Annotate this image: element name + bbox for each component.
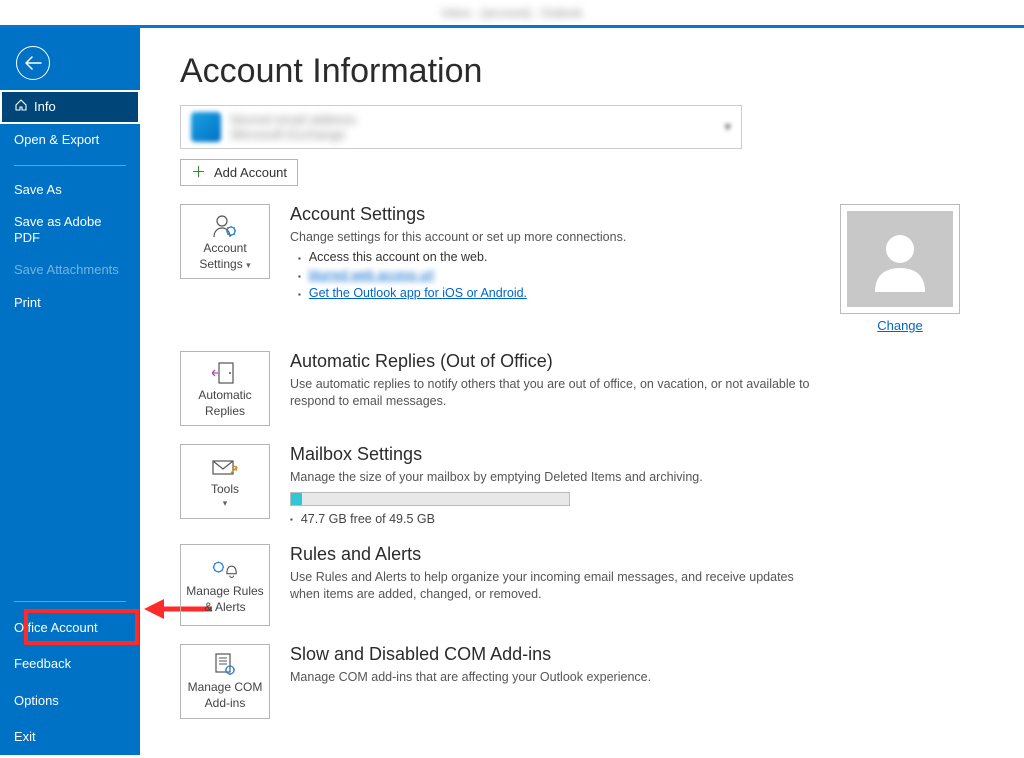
sidebar-item-label: Feedback (14, 656, 71, 672)
mailbox-tools-icon (210, 454, 240, 480)
sidebar-item-options[interactable]: Options (0, 683, 140, 719)
sidebar-item-open-export[interactable]: Open & Export (0, 124, 140, 156)
chevron-down-icon: ▾ (724, 119, 731, 135)
account-settings-button[interactable]: Account Settings ▾ (180, 204, 270, 279)
section-desc: Use Rules and Alerts to help organize yo… (290, 569, 810, 603)
section-heading-rules-alerts: Rules and Alerts (290, 544, 810, 565)
backstage-sidebar: Info Open & Export Save As Save as Adobe… (0, 28, 140, 755)
sidebar-item-save-adobe-pdf[interactable]: Save as Adobe PDF (0, 206, 140, 255)
account-type-icon (191, 112, 221, 142)
person-gear-icon (210, 213, 240, 239)
rules-alerts-icon (210, 556, 240, 582)
section-desc: Manage the size of your mailbox by empty… (290, 469, 810, 486)
back-arrow-icon (24, 56, 42, 70)
automatic-replies-button[interactable]: Automatic Replies (180, 351, 270, 426)
account-photo-frame (840, 204, 960, 314)
manage-rules-button[interactable]: Manage Rules & Alerts (180, 544, 270, 626)
section-desc: Change settings for this account or set … (290, 229, 810, 246)
owa-link[interactable]: blurred web access url (309, 268, 434, 282)
sidebar-item-label: Save as Adobe PDF (14, 214, 126, 247)
sidebar-item-save-as[interactable]: Save As (0, 174, 140, 206)
mailbox-usage-bar (290, 492, 570, 506)
change-photo-link[interactable]: Change (877, 318, 923, 333)
sidebar-item-exit[interactable]: Exit (0, 719, 140, 755)
get-outlook-app-link[interactable]: Get the Outlook app for iOS or Android. (309, 286, 527, 300)
window-title-text: Inbox - [account] - Outlook (442, 6, 583, 20)
back-button[interactable] (16, 46, 50, 80)
section-heading-automatic-replies: Automatic Replies (Out of Office) (290, 351, 810, 372)
window-titlebar: Inbox - [account] - Outlook (0, 0, 1024, 28)
addins-icon (210, 652, 240, 678)
home-icon (14, 98, 28, 116)
sidebar-item-label: Save As (14, 182, 62, 198)
avatar-placeholder-icon (847, 211, 953, 307)
section-heading-account-settings: Account Settings (290, 204, 810, 225)
sidebar-item-label: Print (14, 295, 41, 311)
account-dropdown[interactable]: blurred email address Microsoft Exchange… (180, 105, 742, 149)
chevron-down-icon: ▾ (223, 498, 228, 509)
sidebar-item-save-attachments: Save Attachments (0, 254, 140, 286)
sidebar-item-office-account[interactable]: Office Account (0, 610, 140, 646)
manage-com-addins-button[interactable]: Manage COM Add-ins (180, 644, 270, 719)
tools-button[interactable]: Tools ▾ (180, 444, 270, 519)
section-heading-com-addins: Slow and Disabled COM Add-ins (290, 644, 810, 665)
bullet-text: Access this account on the web. (309, 250, 488, 264)
mailbox-free-text: 47.7 GB free of 49.5 GB (290, 512, 810, 526)
section-heading-mailbox-settings: Mailbox Settings (290, 444, 810, 465)
add-account-button[interactable]: ＋ Add Account (180, 159, 298, 186)
section-desc: Use automatic replies to notify others t… (290, 376, 810, 410)
section-desc: Manage COM add-ins that are affecting yo… (290, 669, 810, 686)
sidebar-divider (14, 601, 126, 602)
sidebar-item-label: Exit (14, 729, 36, 745)
sidebar-item-label: Save Attachments (14, 262, 119, 278)
chevron-down-icon: ▾ (246, 260, 251, 270)
out-of-office-icon (210, 360, 240, 386)
sidebar-item-print[interactable]: Print (0, 287, 140, 319)
sidebar-item-feedback[interactable]: Feedback (0, 646, 140, 682)
sidebar-item-info[interactable]: Info (0, 90, 140, 124)
sidebar-item-label: Open & Export (14, 132, 99, 148)
content-area: Account Information blurred email addres… (140, 28, 1024, 755)
add-account-label: Add Account (214, 165, 287, 180)
sidebar-item-label: Office Account (14, 620, 98, 636)
sidebar-item-label: Options (14, 693, 59, 709)
account-picker-text: blurred email address Microsoft Exchange (231, 112, 731, 142)
sidebar-item-label: Info (34, 99, 56, 115)
plus-icon: ＋ (191, 165, 206, 180)
sidebar-divider (14, 165, 126, 166)
page-title: Account Information (180, 52, 984, 91)
